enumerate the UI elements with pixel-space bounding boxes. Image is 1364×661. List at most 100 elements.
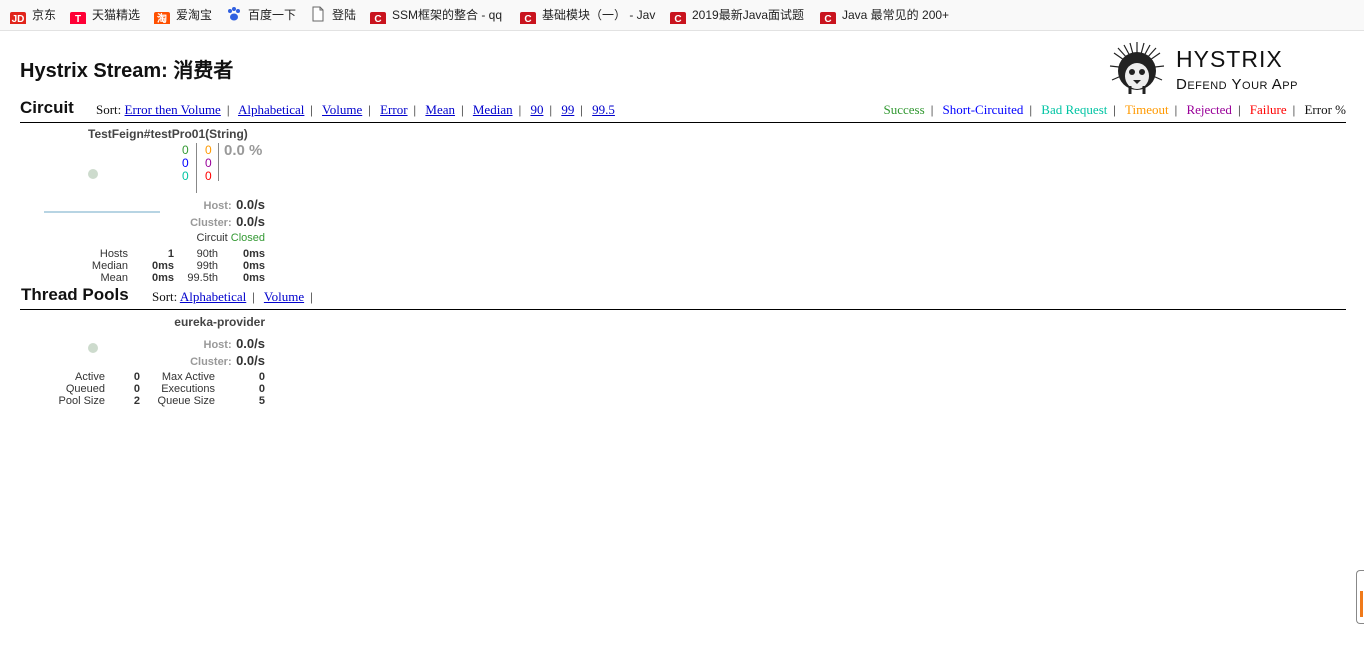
thread-pools-section-title: Thread Pools: [21, 285, 129, 304]
count-divider: [218, 143, 219, 181]
bookmark-label: 基础模块（一） - Jav: [542, 8, 656, 22]
thread-pool-name: eureka-provider: [174, 315, 265, 329]
sort-label: Sort:: [96, 102, 122, 117]
p99-value: 0ms: [242, 260, 265, 272]
pool-cluster-rate: Cluster: 0.0/s: [190, 352, 265, 370]
count-divider: [196, 143, 197, 193]
median-label: Median: [91, 260, 128, 272]
hedgehog-icon: [1109, 42, 1165, 94]
csdn-icon: C: [520, 12, 536, 24]
pool-sort-alphabetical[interactable]: Alphabetical: [180, 289, 246, 304]
sort-90[interactable]: 90: [530, 102, 543, 117]
bookmarks-bar: JD 京东 T 天猫精选 淘爱淘宝 百度一下 登陆 C SSM框架的整合 - qq C…: [0, 0, 1364, 31]
circuit-sort-bar: Sort: Error then Volume | Alphabetical | V…: [96, 102, 615, 117]
cluster-label: Cluster:: [190, 217, 232, 229]
thread-pools-divider: [20, 309, 1346, 310]
rate-sparkline: [44, 211, 160, 213]
legend-timeout: Timeout: [1125, 102, 1169, 117]
median-value: 0ms: [151, 260, 174, 272]
bookmark-label: 京东: [32, 8, 57, 22]
sort-99[interactable]: 99: [561, 102, 574, 117]
p995-label: 99.5th: [187, 272, 218, 284]
cluster-rate: Cluster: 0.0/s: [190, 213, 265, 231]
mean-value: 0ms: [151, 272, 174, 284]
bookmark-label: 登陆: [332, 8, 357, 22]
legend-success: Success: [883, 102, 925, 117]
p90-value: 0ms: [242, 248, 265, 260]
side-scroll-handle[interactable]: [1356, 570, 1364, 624]
timeout-count: 0: [205, 143, 212, 157]
thread-pools-sort-bar: Sort: Alphabetical | Volume |: [152, 289, 313, 304]
circuit-divider: [20, 122, 1346, 123]
bookmark-tmall[interactable]: T 天猫精选: [70, 6, 150, 24]
cluster-value: 0.0/s: [236, 214, 265, 229]
queued-value: 0: [133, 383, 140, 395]
success-count: 0: [182, 143, 189, 157]
logo-tagline: Defend Your App: [1176, 76, 1298, 93]
pool-host-rate: Host: 0.0/s: [204, 335, 265, 353]
hosts-value: 1: [167, 248, 174, 260]
cluster-label: Cluster:: [190, 356, 232, 368]
sort-99-5[interactable]: 99.5: [592, 102, 615, 117]
circuit-name: TestFeign#testPro01(String): [88, 127, 248, 141]
rejected-count: 0: [205, 156, 212, 170]
bookmark-java-interview[interactable]: C 2019最新Java面试题: [670, 6, 808, 24]
taobao-icon: 淘: [154, 12, 170, 24]
pool-sort-volume[interactable]: Volume: [264, 289, 304, 304]
error-percentage: 0.0 %: [224, 142, 263, 159]
queue-size-value: 5: [258, 395, 265, 407]
circuit-status-value: Closed: [230, 232, 265, 244]
sort-error-then-volume[interactable]: Error then Volume: [125, 102, 221, 117]
p90-label: 90th: [196, 248, 218, 260]
sort-label: Sort:: [152, 289, 178, 304]
queued-label: Queued: [65, 383, 105, 395]
pool-size-label: Pool Size: [58, 395, 105, 407]
hosts-label: Hosts: [99, 248, 128, 260]
executions-label: Executions: [161, 383, 215, 395]
health-circle: [88, 343, 98, 353]
p99-label: 99th: [196, 260, 218, 272]
page-icon: [310, 6, 326, 22]
host-label: Host:: [203, 339, 232, 351]
mean-label: Mean: [100, 272, 128, 284]
bad-request-count: 0: [182, 169, 189, 183]
status-legend: Success | Short-Circuited | Bad Request | T…: [883, 102, 1346, 117]
hystrix-logo: Hystrix Defend Your App: [1106, 40, 1356, 98]
circuit-label: Circuit: [196, 232, 228, 244]
host-label: Host:: [203, 200, 232, 212]
sort-alphabetical[interactable]: Alphabetical: [238, 102, 304, 117]
pool-size-value: 2: [133, 395, 140, 407]
bookmark-label: 爱淘宝: [176, 8, 213, 22]
bookmark-ssm[interactable]: C SSM框架的整合 - qq: [370, 6, 508, 24]
failure-count: 0: [205, 169, 212, 183]
bookmark-login[interactable]: 登陆: [310, 6, 362, 24]
sort-error[interactable]: Error: [380, 102, 407, 117]
health-circle: [88, 169, 98, 179]
bookmark-baidu[interactable]: 百度一下: [226, 6, 306, 24]
sort-volume[interactable]: Volume: [322, 102, 362, 117]
circuit-status: Circuit Closed: [197, 232, 265, 244]
cluster-value: 0.0/s: [236, 353, 265, 368]
bookmark-jichu[interactable]: C 基础模块（一） - Jav: [520, 6, 658, 24]
bookmark-jd[interactable]: JD 京东: [10, 6, 65, 24]
sort-mean[interactable]: Mean: [425, 102, 455, 117]
bookmark-java-200[interactable]: C Java 最常见的 200+: [820, 6, 960, 24]
max-active-label: Max Active: [161, 371, 215, 383]
bookmark-label: SSM框架的整合 - qq: [392, 8, 503, 22]
active-label: Active: [75, 371, 105, 383]
short-circuited-count: 0: [182, 156, 189, 170]
bookmark-taobao[interactable]: 淘爱淘宝: [154, 6, 222, 24]
logo-title: Hystrix: [1176, 46, 1283, 72]
legend-rejected: Rejected: [1186, 102, 1232, 117]
legend-bad-request: Bad Request: [1041, 102, 1108, 117]
scroll-indicator: [1360, 591, 1363, 617]
bookmark-label: 百度一下: [248, 8, 297, 22]
bookmark-label: 天猫精选: [92, 8, 141, 22]
active-value: 0: [133, 371, 140, 383]
sort-median[interactable]: Median: [473, 102, 513, 117]
baidu-icon: [226, 6, 242, 22]
host-value: 0.0/s: [236, 336, 265, 351]
legend-short-circuited: Short-Circuited: [942, 102, 1024, 117]
executions-value: 0: [258, 383, 265, 395]
bookmark-label: Java 最常见的 200+: [842, 8, 950, 22]
